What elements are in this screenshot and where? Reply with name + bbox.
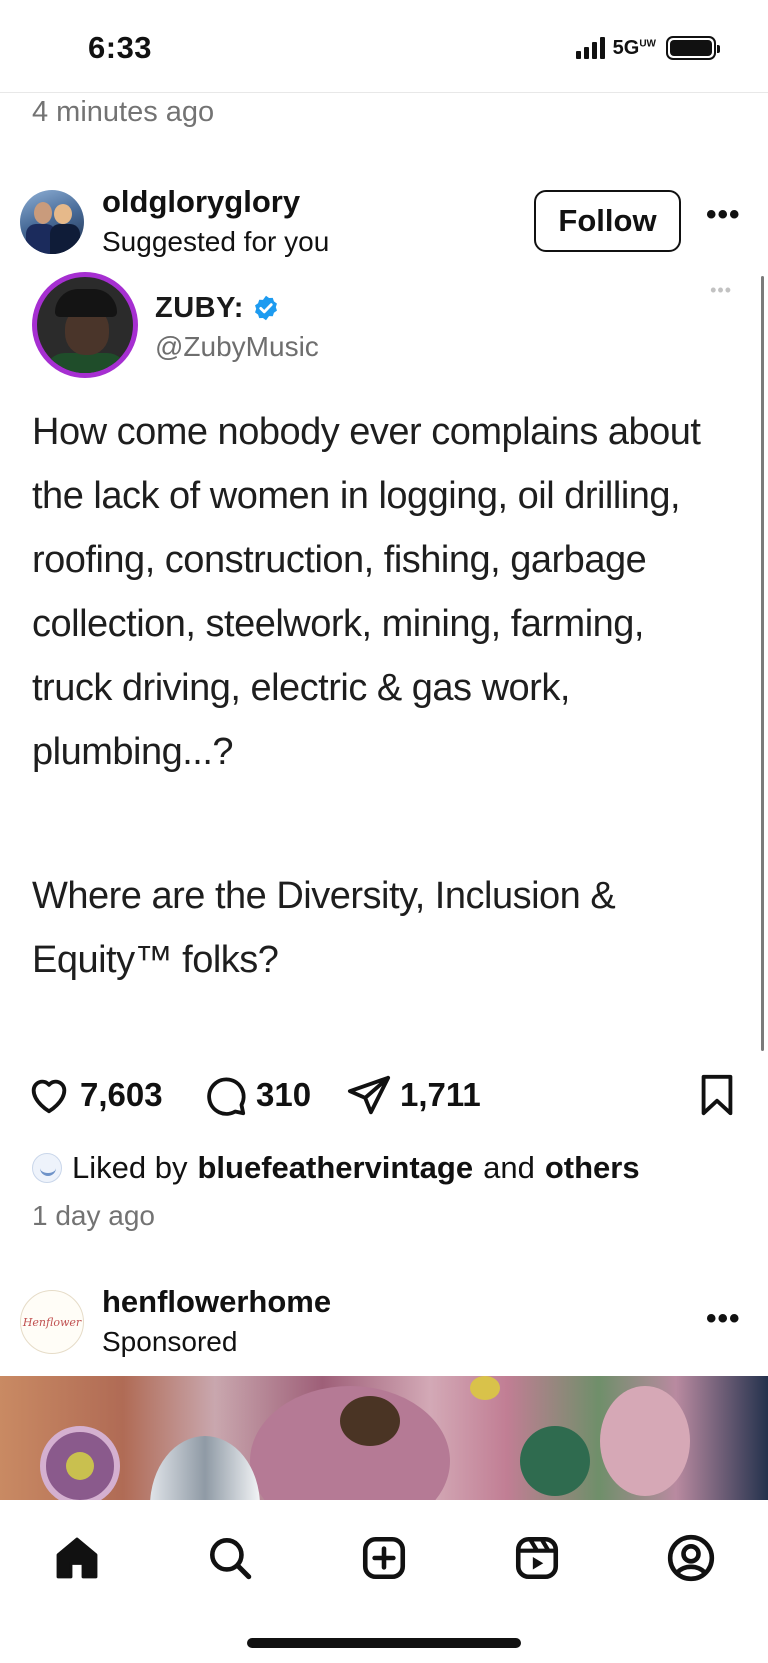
tab-create[interactable] bbox=[356, 1530, 412, 1586]
heart-icon[interactable] bbox=[26, 1072, 72, 1118]
tweet-handle: @ZubyMusic bbox=[155, 331, 319, 362]
sponsor-more-options-icon[interactable]: ••• bbox=[706, 1302, 741, 1336]
comment-count: 310 bbox=[256, 1076, 312, 1113]
reels-icon[interactable] bbox=[512, 1533, 562, 1583]
home-indicator[interactable] bbox=[247, 1638, 521, 1648]
tab-profile[interactable] bbox=[663, 1530, 719, 1586]
tweet-text-paragraph-2: Where are the Diversity, Inclusion & Equ… bbox=[32, 875, 616, 981]
share-count: 1,711 bbox=[400, 1076, 481, 1113]
create-icon[interactable] bbox=[359, 1533, 409, 1583]
liked-by-line[interactable]: Liked by bluefeathervintage and others bbox=[32, 1150, 640, 1186]
status-bar: 6:33 5GUW bbox=[0, 0, 768, 92]
tab-home[interactable] bbox=[49, 1530, 105, 1586]
tab-search[interactable] bbox=[202, 1530, 258, 1586]
post-timestamp: 1 day ago bbox=[32, 1200, 155, 1231]
more-options-icon[interactable]: ••• bbox=[706, 198, 741, 232]
sponsored-post-header: Henflower henflowerhome Sponsored ••• bbox=[0, 1284, 768, 1374]
save-action[interactable] bbox=[694, 1072, 740, 1118]
status-time: 6:33 bbox=[88, 30, 153, 65]
bottom-tab-bar bbox=[0, 1500, 768, 1663]
liker-avatar bbox=[32, 1153, 62, 1183]
status-indicators: 5GUW bbox=[575, 36, 720, 60]
liked-by-prefix: Liked by bbox=[72, 1150, 188, 1185]
comment-action[interactable]: 310 bbox=[202, 1072, 311, 1118]
comment-icon[interactable] bbox=[202, 1072, 248, 1118]
battery-icon bbox=[666, 36, 720, 60]
like-action[interactable]: 7,603 bbox=[26, 1072, 163, 1118]
share-icon[interactable] bbox=[346, 1072, 392, 1118]
profile-icon[interactable] bbox=[666, 1533, 716, 1583]
post-image[interactable]: ZUBY: @ZubyMusic ••• How come nobody eve… bbox=[0, 272, 768, 1051]
tweet-text-paragraph-1: How come nobody ever complains about the… bbox=[32, 411, 701, 773]
sponsored-post-image[interactable] bbox=[0, 1376, 768, 1500]
sponsor-avatar[interactable]: Henflower bbox=[20, 1290, 84, 1354]
share-action[interactable]: 1,711 bbox=[346, 1072, 481, 1118]
search-icon[interactable] bbox=[205, 1533, 255, 1583]
like-count: 7,603 bbox=[80, 1076, 163, 1113]
status-divider bbox=[0, 92, 768, 93]
network-label: 5GUW bbox=[612, 36, 656, 59]
tweet-author-name: ZUBY: bbox=[155, 292, 244, 324]
verified-badge-icon bbox=[255, 295, 277, 321]
previous-post-timestamp: 4 minutes ago bbox=[32, 96, 215, 128]
liked-by-and: and bbox=[483, 1150, 535, 1185]
post-subtitle: Suggested for you bbox=[102, 226, 330, 257]
liked-by-others[interactable]: others bbox=[545, 1150, 640, 1186]
post-username[interactable]: oldgloryglory bbox=[102, 184, 300, 220]
post-actions: 7,603 310 1,711 bbox=[0, 1072, 768, 1122]
avatar[interactable] bbox=[20, 190, 84, 254]
post-header: oldgloryglory Suggested for you Follow •… bbox=[0, 180, 768, 270]
liked-by-user[interactable]: bluefeathervintage bbox=[197, 1150, 473, 1186]
sponsored-label: Sponsored bbox=[102, 1326, 238, 1357]
tweet-more-icon: ••• bbox=[710, 280, 732, 300]
signal-icon bbox=[575, 37, 605, 59]
follow-button[interactable]: Follow bbox=[534, 190, 681, 252]
tab-reels[interactable] bbox=[509, 1530, 565, 1586]
image-edge bbox=[761, 276, 764, 1051]
tweet-avatar bbox=[32, 272, 138, 378]
bookmark-icon[interactable] bbox=[694, 1072, 740, 1118]
sponsor-username[interactable]: henflowerhome bbox=[102, 1284, 331, 1320]
home-icon[interactable] bbox=[52, 1533, 102, 1583]
